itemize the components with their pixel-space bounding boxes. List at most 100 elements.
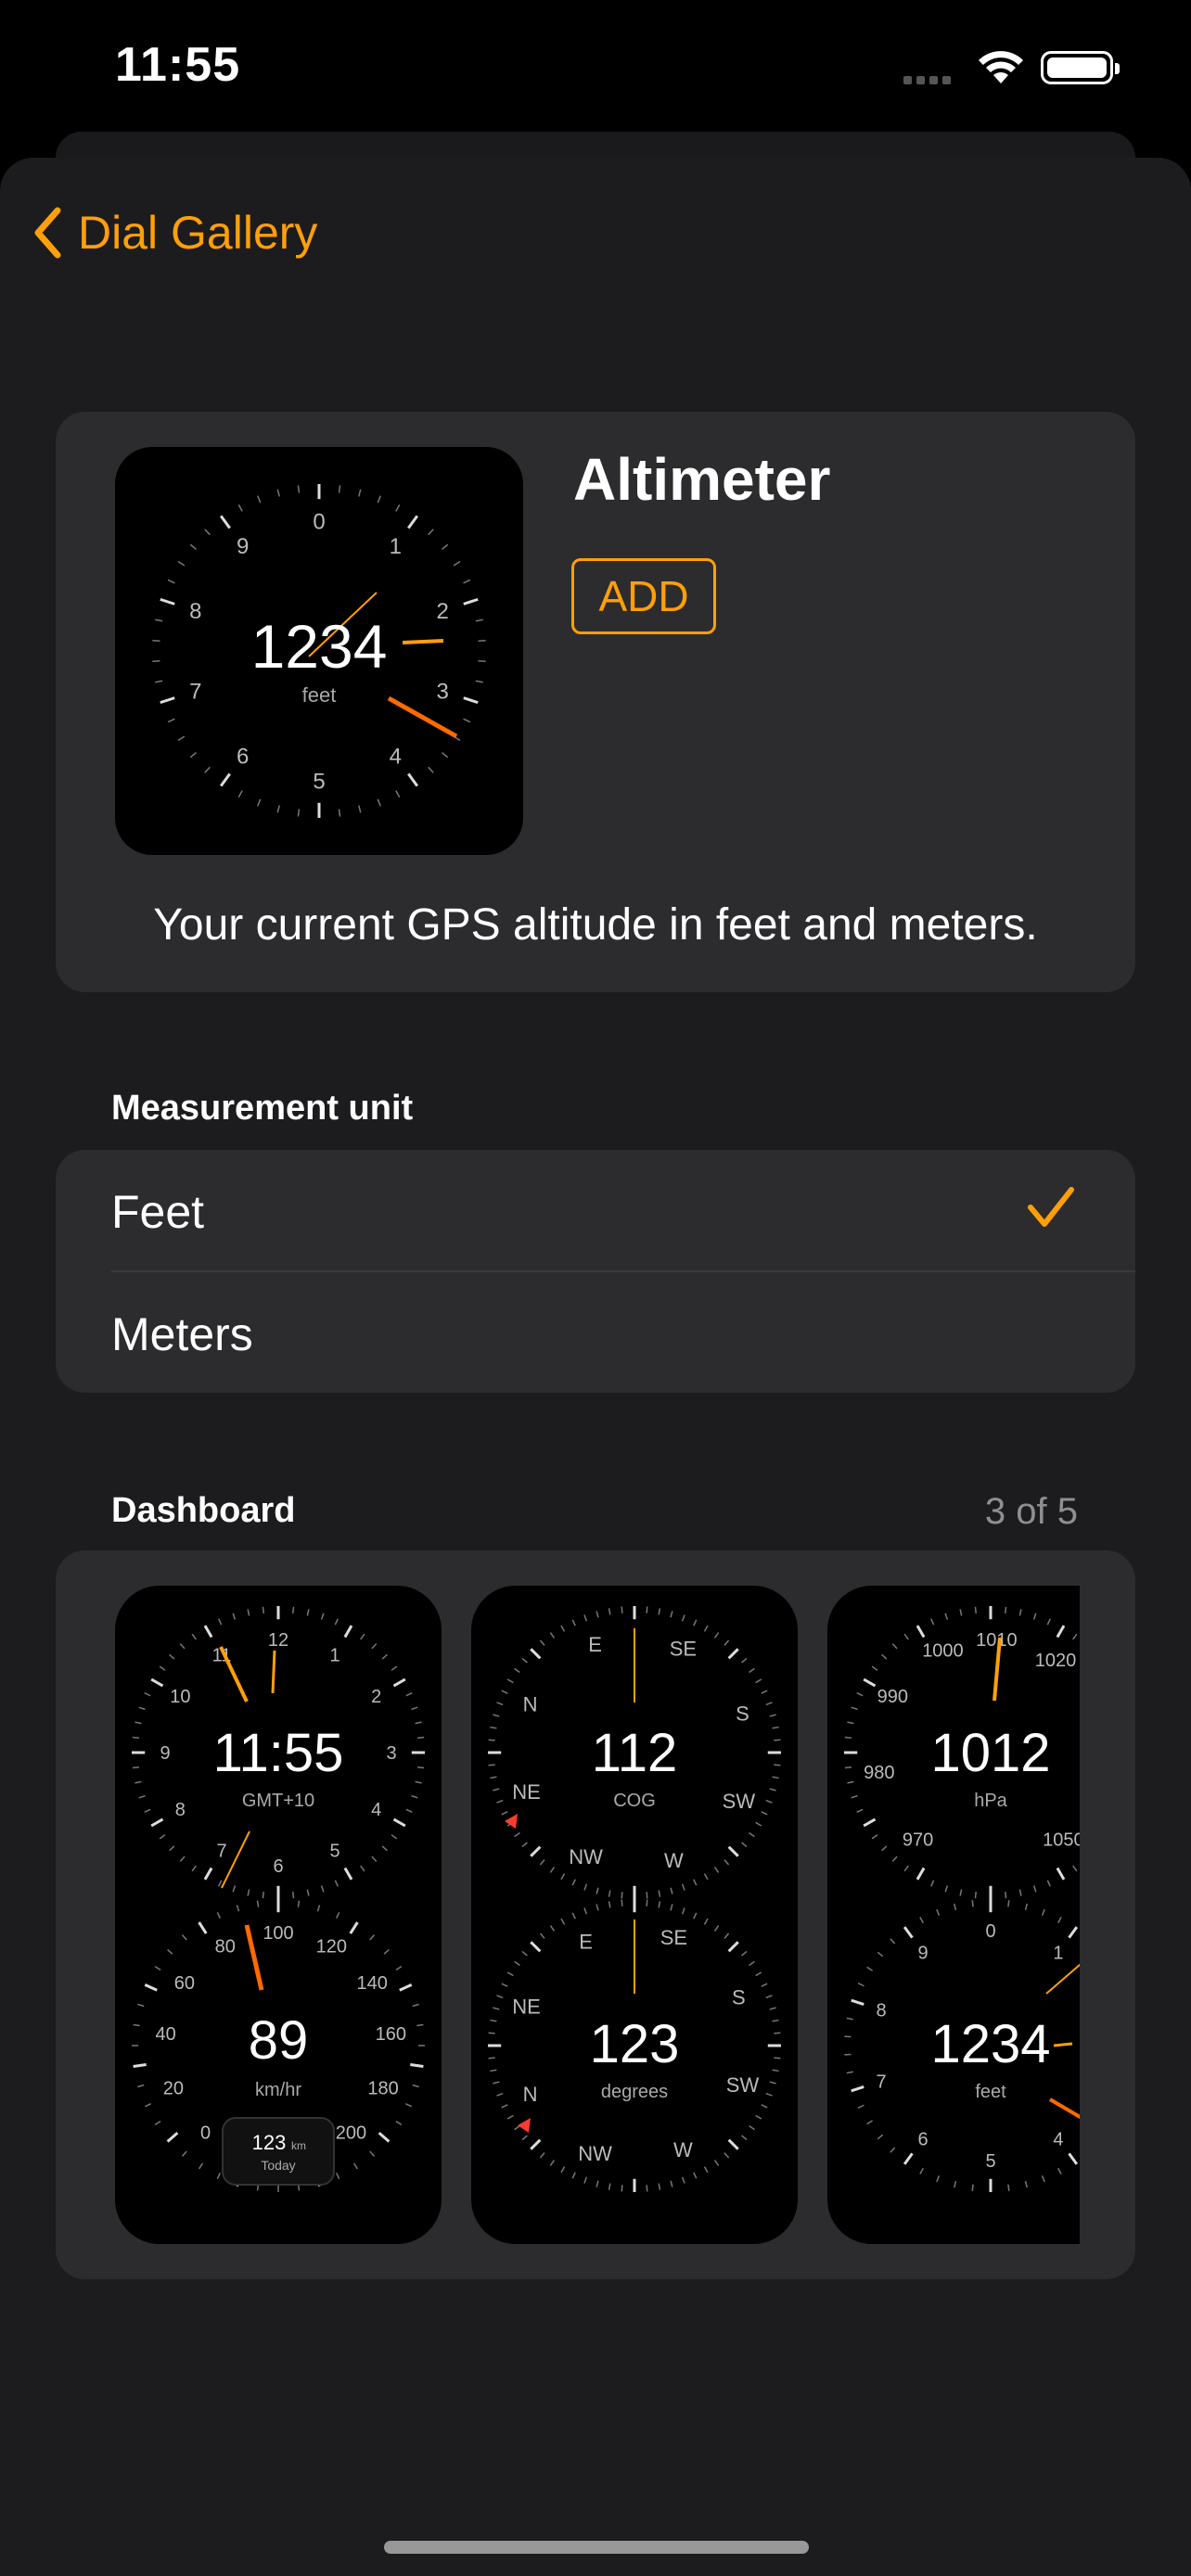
dial-tick <box>769 2081 776 2085</box>
dial-tick <box>749 1960 755 1967</box>
dial-tick <box>276 805 280 813</box>
dial-tick <box>358 489 362 497</box>
dial-tick <box>203 1625 213 1639</box>
dial-tick <box>411 1706 418 1711</box>
dial-tick <box>761 1811 768 1816</box>
dial-tick <box>596 1611 599 1618</box>
dial-tick <box>846 2017 853 2021</box>
dial-tick <box>903 1865 909 1872</box>
dial-label: 2 <box>436 599 448 624</box>
dial-tick <box>177 560 186 567</box>
dial-tick <box>703 2166 709 2174</box>
dial-tick <box>703 1873 709 1881</box>
dial-tick <box>856 1692 864 1697</box>
dial-tick <box>1018 1609 1022 1616</box>
dial-tick <box>713 2160 720 2166</box>
dial-tick <box>501 2104 508 2109</box>
dial-tick <box>724 1859 730 1866</box>
dial-tick <box>851 1998 864 2006</box>
dial-tick <box>137 2084 145 2088</box>
trip-label: Today <box>261 2158 295 2173</box>
dial-label: 4 <box>371 1800 381 1820</box>
dial-tick <box>769 1714 776 1717</box>
dial-tick <box>297 485 301 493</box>
dial-tick <box>501 1690 508 1694</box>
dial-label: 3 <box>436 680 448 705</box>
dial-tick <box>407 515 419 529</box>
dashboard-tile-compass[interactable]: N NE E SE S SW W NW 112 COG N NE E SE S SW W NW 123 de… <box>471 1586 798 2244</box>
dial-tick <box>658 1608 661 1615</box>
dial-tick <box>936 1908 941 1916</box>
dial-tick <box>1007 2184 1010 2191</box>
dial-label: 2 <box>371 1687 381 1707</box>
dial-label: W <box>673 2138 693 2162</box>
dial-tick <box>1032 1885 1037 1893</box>
back-button[interactable]: Dial Gallery <box>33 206 317 260</box>
unit-option-feet[interactable]: Feet <box>56 1150 1135 1272</box>
dial-tick <box>150 1817 164 1828</box>
dial-tick <box>478 639 486 642</box>
dial-tick <box>530 1648 542 1660</box>
dial-tick <box>490 2069 497 2072</box>
dial-label: NW <box>569 1845 603 1868</box>
dial-tick <box>415 1721 422 1725</box>
dial-tick <box>369 2150 376 2157</box>
dial-label: 9 <box>160 1743 170 1764</box>
dial-tick <box>167 1948 173 1955</box>
dial-tick <box>724 2152 730 2159</box>
dial-tick <box>549 1925 556 1932</box>
dial-tick <box>741 1842 748 1848</box>
dial-tick <box>154 1965 161 1971</box>
chevron-left-icon <box>34 207 61 259</box>
dial-tick <box>755 1971 762 1977</box>
dashboard-carousel[interactable]: 12 1 2 3 4 5 6 7 8 9 10 11 11:55 GMT+10 0 20 40 60 80 10… <box>115 1586 1080 2244</box>
cog-label: COG <box>613 1791 656 1811</box>
dial-tick <box>749 1831 755 1838</box>
dial-tick <box>371 1643 378 1650</box>
trip-value: 123 <box>252 2131 287 2154</box>
dial-tick <box>335 1911 340 1919</box>
dial-tick <box>765 2092 773 2097</box>
dial-label: 140 <box>356 1973 387 1994</box>
dial-tick <box>493 2007 500 2010</box>
home-indicator <box>384 2541 809 2554</box>
dial-label: 80 <box>215 1936 236 1957</box>
dashboard-tile-barometer-altimeter[interactable]: 97098099010001010102010101050 1012 hPa 0… <box>827 1586 1080 2244</box>
dial-tick <box>851 1706 858 1711</box>
dial-tick <box>496 1702 504 1706</box>
dial-tick <box>218 1618 223 1626</box>
dial-tick <box>857 1983 864 1987</box>
dial-tick <box>847 1721 854 1725</box>
dial-tick <box>169 1845 175 1852</box>
dial-tick <box>412 2084 419 2088</box>
dial-tick <box>891 1643 898 1650</box>
dial-tick <box>152 639 160 642</box>
add-button[interactable]: ADD <box>571 558 716 634</box>
dial-label: N <box>523 1692 538 1715</box>
dial-tick <box>514 1960 520 1967</box>
dial-label: E <box>579 1930 593 1953</box>
dial-tick <box>670 1887 673 1894</box>
dial-tick <box>506 2114 514 2120</box>
measurement-list: Feet Meters <box>56 1150 1135 1393</box>
dial-label: 990 <box>877 1687 908 1707</box>
unit-option-meters[interactable]: Meters <box>56 1272 1135 1393</box>
dial-tick <box>727 2138 739 2150</box>
dial-tick <box>257 798 262 807</box>
dial-tick <box>155 618 163 622</box>
dial-tick <box>383 1948 390 1955</box>
dashboard-tile-clock-speed[interactable]: 12 1 2 3 4 5 6 7 8 9 10 11 11:55 GMT+10 0 20 40 60 80 10… <box>115 1586 442 2244</box>
dial-tick <box>144 1983 158 1992</box>
dial-label: 1 <box>390 534 402 559</box>
dial-label: 120 <box>316 1936 347 1957</box>
dial-label: SW <box>726 2073 760 2097</box>
dial-tick <box>891 1855 898 1862</box>
dial-tick <box>549 1867 556 1873</box>
dial-label: NE <box>512 1995 541 2018</box>
dial-tick <box>769 2007 776 2010</box>
dial-tick <box>1032 1613 1037 1620</box>
dial-tick <box>360 1865 365 1872</box>
dial-label: 6 <box>273 1856 283 1877</box>
dial-tick <box>134 1780 142 1784</box>
dial-label: S <box>736 1702 749 1725</box>
